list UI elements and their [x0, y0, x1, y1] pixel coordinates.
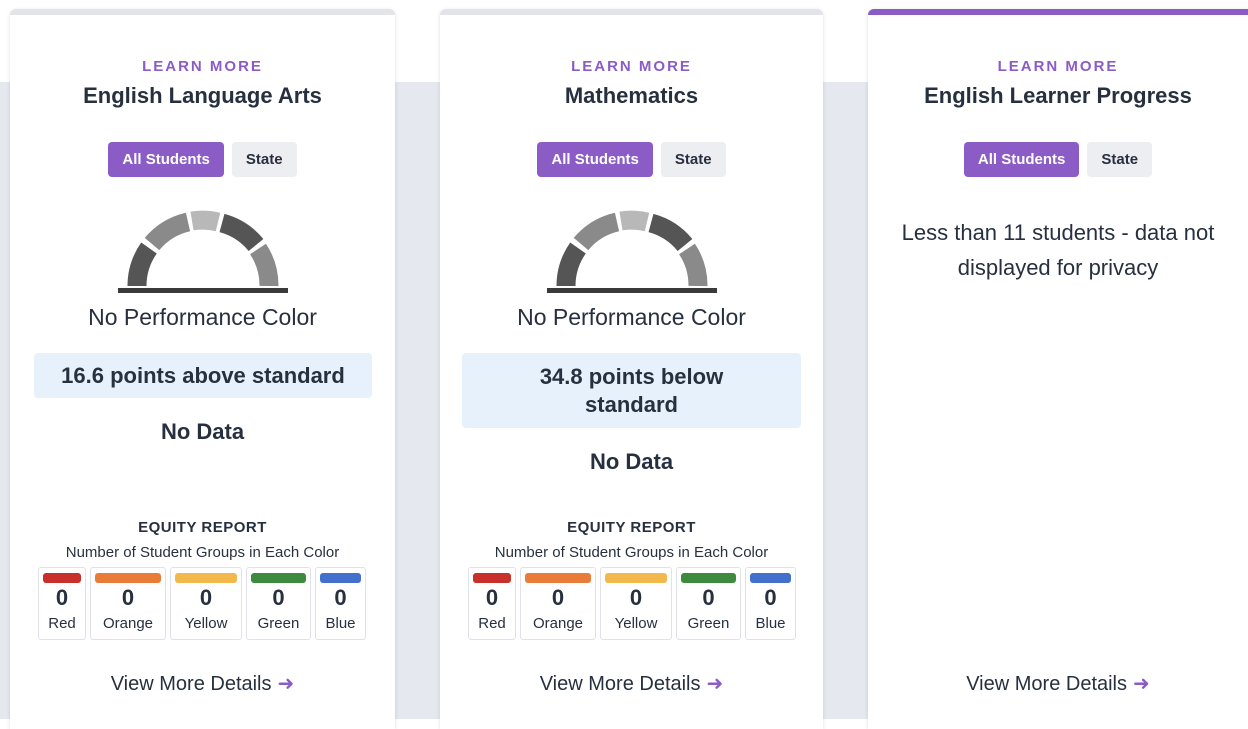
equity-chip-yellow: 0 Yellow	[600, 567, 672, 640]
equity-label: Red	[478, 615, 506, 632]
orange-swatch	[95, 573, 161, 583]
equity-count: 0	[485, 585, 499, 610]
equity-label: Orange	[102, 615, 154, 632]
card-english-language-arts: LEARN MORE English Language Arts All Stu…	[10, 9, 395, 729]
equity-chip-red: 0 Red	[38, 567, 86, 640]
card-title: Mathematics	[564, 83, 699, 108]
equity-label: Orange	[532, 615, 584, 632]
equity-chip-orange: 0 Orange	[90, 567, 166, 640]
learn-more-link[interactable]: LEARN MORE	[868, 58, 1248, 75]
all-students-button[interactable]: All Students	[963, 142, 1080, 177]
equity-report-subtitle: Number of Student Groups in Each Color	[494, 544, 769, 561]
equity-count: 0	[199, 585, 213, 610]
arrow-right-icon: ➜	[277, 673, 295, 695]
learn-more-link[interactable]: LEARN MORE	[10, 58, 395, 75]
yellow-swatch	[605, 573, 667, 583]
gauge-icon	[546, 210, 717, 293]
equity-count: 0	[334, 585, 347, 610]
yellow-swatch	[175, 573, 237, 583]
performance-color-text: No Performance Color	[88, 304, 317, 330]
equity-count: 0	[272, 585, 285, 610]
blue-swatch	[750, 573, 791, 583]
equity-chip-red: 0 Red	[468, 567, 516, 640]
equity-count: 0	[121, 585, 135, 610]
blue-swatch	[320, 573, 361, 583]
equity-color-counts: 0 Red 0 Orange 0 Yellow 0 Green 0 Blue	[38, 567, 366, 640]
status-box: 16.6 points above standard	[34, 353, 372, 398]
card-mathematics: LEARN MORE Mathematics All Students Stat…	[440, 9, 823, 729]
equity-label: Green	[687, 615, 730, 632]
equity-count: 0	[629, 585, 643, 610]
equity-label: Blue	[325, 615, 356, 632]
gauge-icon	[117, 208, 288, 293]
view-more-label: View More Details	[966, 673, 1128, 695]
student-group-toggle: All Students State	[440, 142, 823, 177]
state-button[interactable]: State	[660, 142, 726, 177]
equity-chip-orange: 0 Orange	[520, 567, 596, 640]
all-students-button[interactable]: All Students	[537, 142, 653, 177]
view-more-label: View More Details	[110, 673, 272, 695]
student-group-toggle: All Students State	[868, 142, 1248, 177]
performance-color-text: No Performance Color	[517, 304, 746, 330]
view-more-details-link[interactable]: View More Details ➜	[10, 671, 395, 696]
green-swatch	[681, 573, 736, 583]
equity-count: 0	[764, 585, 777, 610]
privacy-message: Less than 11 students - data not display…	[901, 220, 1215, 280]
equity-label: Yellow	[614, 615, 658, 632]
red-swatch	[43, 573, 81, 583]
state-button[interactable]: State	[1087, 142, 1153, 177]
equity-chip-green: 0 Green	[246, 567, 311, 640]
green-swatch	[251, 573, 306, 583]
equity-report-title: EQUITY REPORT	[138, 519, 267, 536]
arrow-right-icon: ➜	[1133, 673, 1150, 695]
all-students-button[interactable]: All Students	[108, 142, 224, 177]
status-text: 34.8 points below standard	[539, 363, 724, 417]
status-box: 34.8 points below standard	[462, 353, 801, 428]
student-group-toggle: All Students State	[10, 142, 395, 177]
card-title: English Language Arts	[83, 83, 322, 108]
equity-label: Yellow	[184, 615, 228, 632]
card-english-learner-progress: LEARN MORE English Learner Progress All …	[868, 9, 1248, 729]
equity-report-subtitle: Number of Student Groups in Each Color	[65, 544, 340, 561]
equity-report-title: EQUITY REPORT	[567, 519, 696, 536]
view-more-details-link[interactable]: View More Details ➜	[440, 671, 823, 696]
change-text: No Data	[589, 449, 674, 474]
orange-swatch	[525, 573, 591, 583]
equity-label: Green	[257, 615, 300, 632]
arrow-right-icon: ➜	[706, 673, 724, 695]
equity-count: 0	[551, 585, 565, 610]
learn-more-link[interactable]: LEARN MORE	[440, 58, 823, 75]
equity-chip-blue: 0 Blue	[315, 567, 366, 640]
state-button[interactable]: State	[231, 142, 297, 177]
red-swatch	[473, 573, 511, 583]
equity-label: Red	[48, 615, 76, 632]
equity-count: 0	[55, 585, 69, 610]
equity-chip-green: 0 Green	[676, 567, 741, 640]
equity-color-counts: 0 Red 0 Orange 0 Yellow 0 Green 0 Blue	[468, 567, 796, 640]
equity-label: Blue	[755, 615, 786, 632]
card-title: English Learner Progress	[924, 83, 1192, 108]
view-more-label: View More Details	[539, 673, 701, 695]
equity-chip-blue: 0 Blue	[745, 567, 796, 640]
equity-count: 0	[702, 585, 715, 610]
view-more-details-link[interactable]: View More Details ➜	[868, 671, 1248, 696]
change-text: No Data	[160, 419, 245, 444]
equity-chip-yellow: 0 Yellow	[170, 567, 242, 640]
